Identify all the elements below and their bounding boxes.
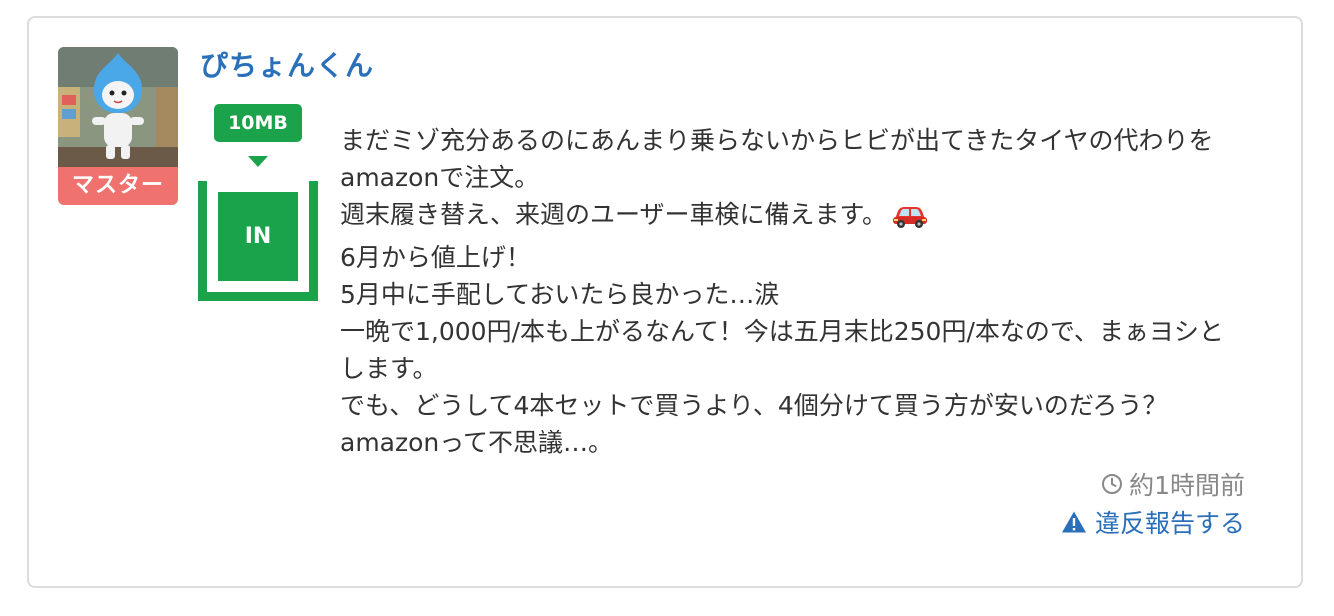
- post-line: 一晩で1,000円/本も上がるなんて！今は五月末比250円/本なので、まぁヨシと…: [340, 317, 1224, 383]
- post-line-with-icon: 週末履き替え、来週のユーザー車検に備えます。: [340, 196, 1246, 239]
- clock-icon: [1101, 473, 1123, 495]
- user-name-link[interactable]: ぴちょんくん: [200, 44, 374, 84]
- post-body: まだミゾ充分あるのにあんまり乗らないからヒビが出てきたタイヤの代わりをamazo…: [340, 122, 1246, 461]
- avatar-block: マスター: [58, 47, 178, 205]
- post-time: 約1時間前: [1101, 466, 1245, 502]
- post-time-text: 約1時間前: [1129, 471, 1245, 500]
- size-badge-arrow: [248, 156, 268, 167]
- report-link-label: 違反報告する: [1094, 509, 1245, 538]
- role-badge: マスター: [58, 167, 178, 205]
- post-line: 6月から値上げ！: [340, 243, 531, 272]
- post-line: まだミゾ充分あるのにあんまり乗らないからヒビが出てきたタイヤの代わりをamazo…: [340, 126, 1214, 192]
- post-line: 5月中に手配しておいたら良かった…涙: [340, 280, 780, 309]
- post-line: でも、どうして4本セットで買うより、4個分けて買う方が安いのだろう？amazon…: [340, 391, 1168, 457]
- size-badge: 10MB: [214, 104, 302, 142]
- avatar[interactable]: [58, 47, 178, 167]
- status-label: IN: [244, 224, 272, 249]
- car-icon: [891, 201, 929, 239]
- avatar-image: [58, 47, 178, 167]
- warning-icon: [1061, 510, 1087, 534]
- report-link[interactable]: 違反報告する: [1061, 504, 1245, 540]
- post-line: 週末履き替え、来週のユーザー車検に備えます。: [340, 200, 888, 229]
- status-bucket: IN: [198, 181, 318, 301]
- status-fill: IN: [218, 192, 298, 281]
